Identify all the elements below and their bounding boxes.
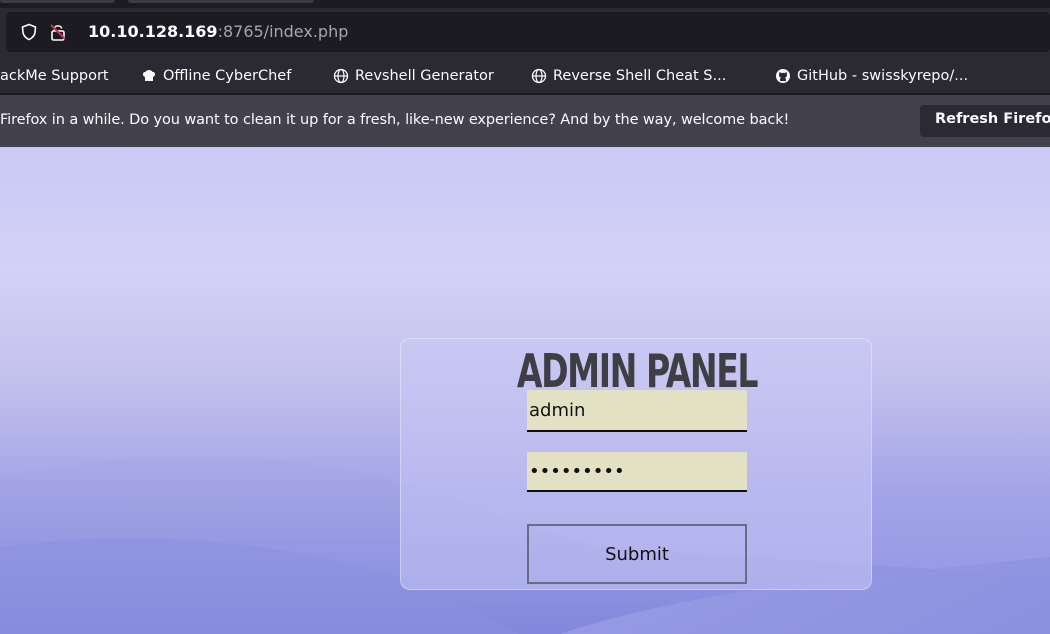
- bookmark-label: Reverse Shell Cheat S...: [553, 68, 727, 84]
- refresh-firefox-button[interactable]: Refresh Firefox: [920, 105, 1050, 137]
- password-field[interactable]: [527, 452, 747, 492]
- bookmark-label: Revshell Generator: [355, 68, 494, 84]
- bookmarks-bar: ackMe Support Offline CyberChef Revshell…: [0, 58, 1050, 94]
- bookmark-github-swisskyrepo[interactable]: GitHub - swisskyrepo/...: [775, 66, 968, 86]
- bookmark-label: ackMe Support: [0, 68, 109, 84]
- address-bar[interactable]: 10.10.128.169:8765/index.php: [6, 12, 1050, 52]
- bookmark-label: GitHub - swisskyrepo/...: [797, 68, 969, 84]
- page-content: ADMIN PANEL Submit: [0, 147, 1050, 634]
- url-path: :8765/index.php: [217, 22, 349, 41]
- bookmark-reverse-shell-cheat[interactable]: Reverse Shell Cheat S...: [531, 66, 726, 86]
- bookmark-hackme-support[interactable]: ackMe Support: [0, 66, 109, 86]
- tab-strip: [0, 0, 1050, 8]
- login-panel: ADMIN PANEL Submit: [400, 338, 872, 590]
- url-text[interactable]: 10.10.128.169:8765/index.php: [88, 22, 348, 41]
- insecure-lock-icon[interactable]: [48, 22, 68, 42]
- bookmark-revshell-generator[interactable]: Revshell Generator: [333, 66, 494, 86]
- globe-icon: [531, 68, 547, 84]
- chef-hat-icon: [142, 70, 156, 81]
- notification-message: Firefox in a while. Do you want to clean…: [0, 112, 790, 128]
- notification-bar: Firefox in a while. Do you want to clean…: [0, 95, 1050, 147]
- url-host: 10.10.128.169: [88, 22, 218, 41]
- shield-icon[interactable]: [20, 23, 38, 41]
- submit-button[interactable]: Submit: [527, 524, 747, 584]
- tab-edge-active[interactable]: [128, 0, 314, 3]
- tab-edge[interactable]: [0, 0, 115, 3]
- github-icon: [776, 69, 790, 83]
- navigation-bar: 10.10.128.169:8765/index.php: [0, 8, 1050, 58]
- username-field[interactable]: [527, 390, 747, 432]
- bookmark-label: Offline CyberChef: [163, 68, 292, 84]
- globe-icon: [333, 68, 349, 84]
- bookmark-offline-cyberchef[interactable]: Offline CyberChef: [141, 66, 291, 86]
